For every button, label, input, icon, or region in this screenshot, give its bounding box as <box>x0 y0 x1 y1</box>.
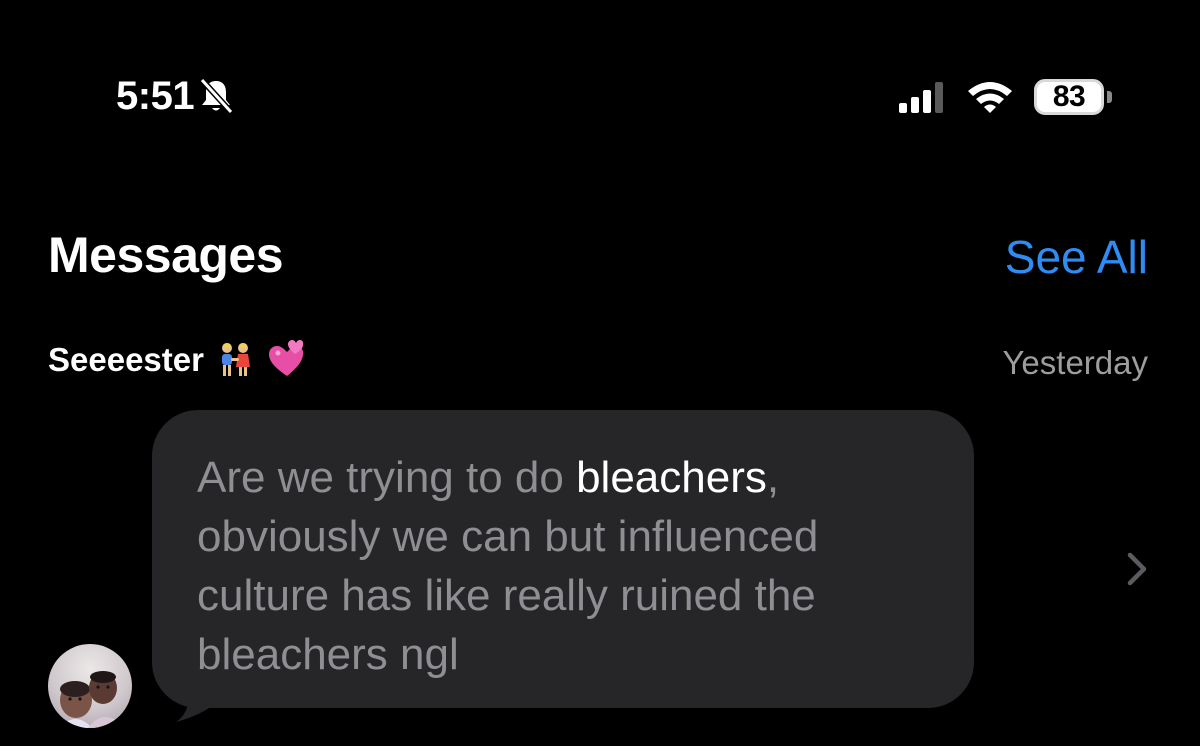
status-bar-time: 5:51 <box>116 76 234 116</box>
signal-icon <box>898 80 946 114</box>
message-timestamp: Yesterday <box>1002 344 1148 381</box>
battery-level: 83 <box>1034 79 1104 115</box>
contact-name: Seeeester <box>48 340 204 378</box>
wifi-icon <box>966 79 1014 115</box>
see-all-link[interactable]: See All <box>1005 234 1148 280</box>
time-label: 5:51 <box>116 74 195 118</box>
widget-title: Messages <box>48 227 284 283</box>
avatar[interactable] <box>48 644 132 728</box>
battery-cap <box>1107 91 1112 103</box>
two-hearts-emoji-icon <box>266 340 304 378</box>
bell-off-icon <box>198 77 234 115</box>
message-highlight-word: bleachers <box>576 453 767 502</box>
contact-row[interactable]: Seeeester <box>48 340 304 378</box>
battery-icon: 83 <box>1034 79 1112 115</box>
status-bar-indicators: 83 <box>898 76 1112 118</box>
people-holding-hands-emoji-icon <box>216 340 254 378</box>
message-bubble[interactable]: Are we trying to do bleachers, obviously… <box>152 410 974 708</box>
message-text-before: Are we trying to do <box>197 453 577 502</box>
chevron-right-icon[interactable] <box>1124 550 1150 588</box>
